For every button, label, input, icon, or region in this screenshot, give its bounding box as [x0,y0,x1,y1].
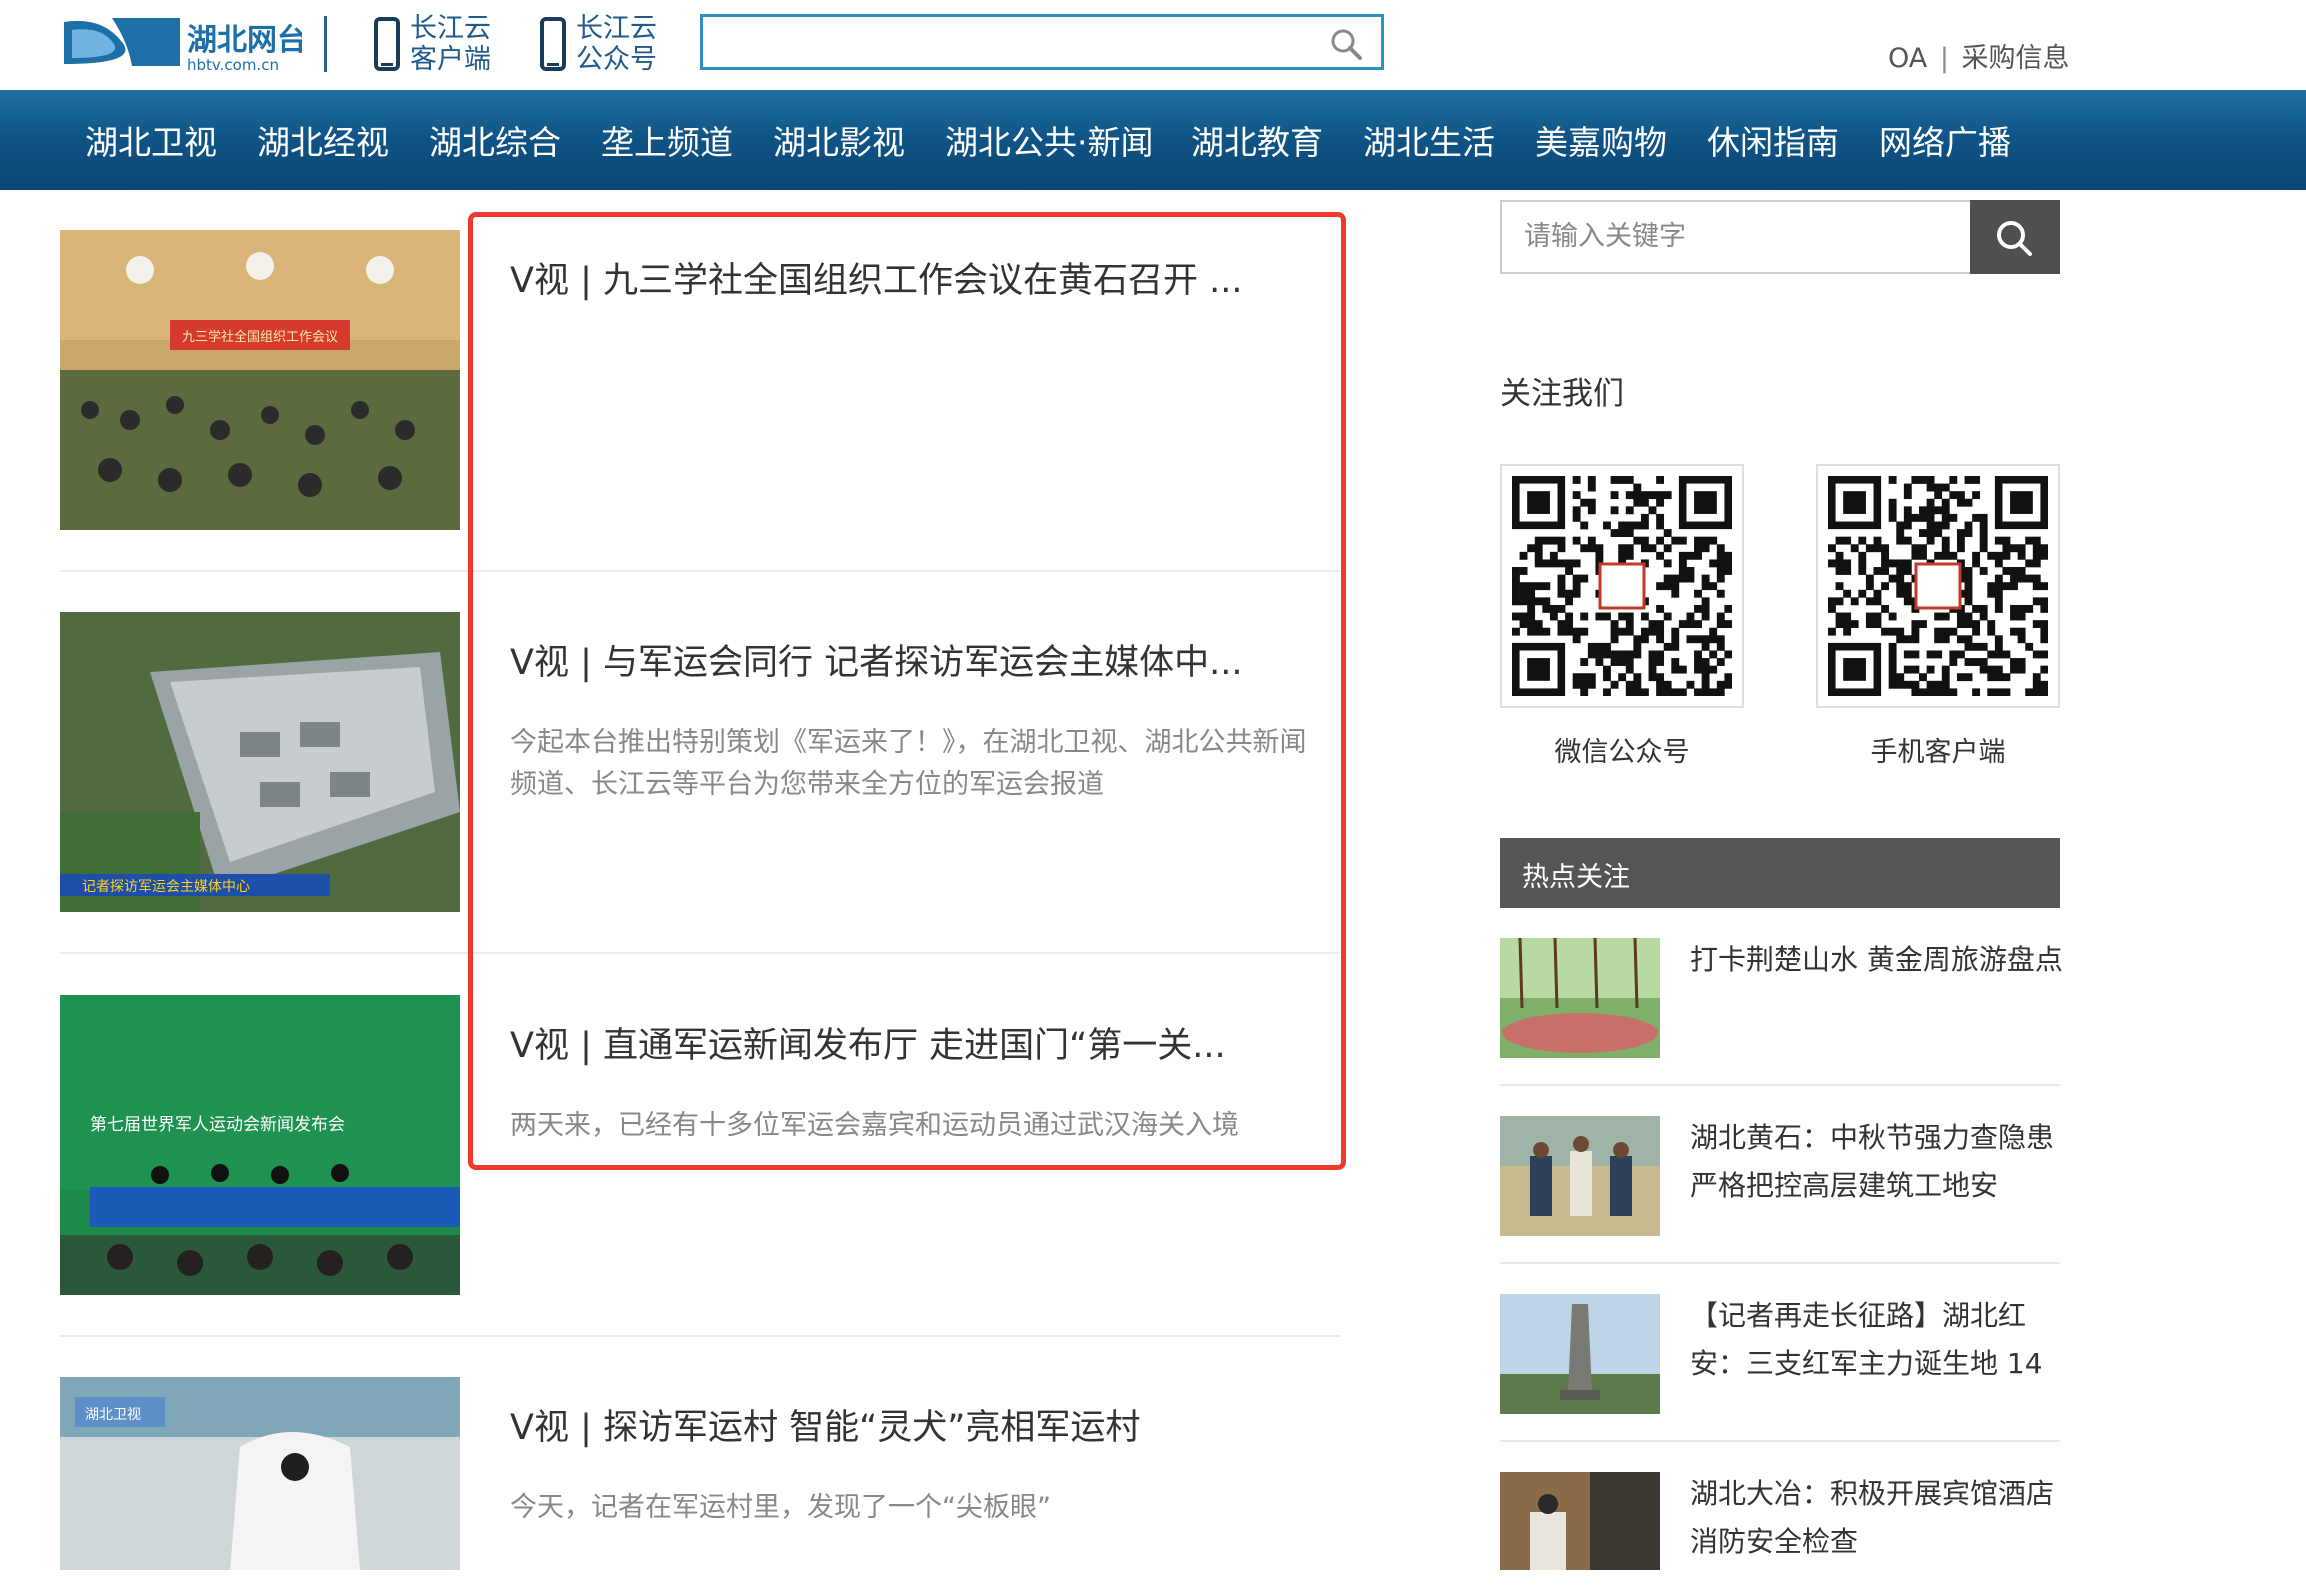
top-header: 湖北网台 hbtv.com.cn 长江云 客户端 长江云 公众号 OA | 采购… [0,0,2306,90]
article-title[interactable]: V视 | 直通军运新闻发布厅 走进国门“第一关... [510,1017,1310,1068]
nav-item-hubei-satellite[interactable]: 湖北卫视 [85,116,217,164]
nav-item-hubei-life[interactable]: 湖北生活 [1363,116,1495,164]
thumb-caption: 九三学社全国组织工作会议 [182,329,338,345]
hot-item-title[interactable]: 湖北大冶：积极开展宾馆酒店消防安全检查 [1690,1470,2070,1566]
purchase-info-link[interactable]: 采购信息 [1962,43,2070,74]
article-summary: 今天，记者在军运村里，发现了一个“尖板眼” [510,1492,1051,1523]
article-item: 记者探访军运会主媒体中心 V视 | 与军运会同行 记者探访军运会主媒体中... … [60,612,1340,912]
article-thumbnail[interactable]: 九三学社全国组织工作会议 [60,230,460,530]
nav-item-web-radio[interactable]: 网络广播 [1879,116,2011,164]
article-summary: 两天来，已经有十多位军运会嘉宾和运动员通过武汉海关入境 [510,1110,1239,1141]
logo-text: 湖北网台 [187,23,302,58]
logo-domain: hbtv.com.cn [187,56,279,72]
nav-item-hubei-jingshi[interactable]: 湖北经视 [257,116,389,164]
article-divider [60,1335,1340,1337]
thumb-caption: 湖北卫视 [85,1407,141,1423]
sidebar-search-box [1500,200,2060,274]
top-search-input[interactable] [713,17,1317,65]
nav-item-leisure-guide[interactable]: 休闲指南 [1707,116,1839,164]
hot-topics-title: 热点关注 [1522,862,1630,893]
hot-item[interactable]: 打卡荆楚山水 黄金周旅游盘点 [1500,938,2063,1058]
qr-code-icon [1828,476,2048,696]
article-divider [60,952,1340,954]
site-logo[interactable]: 湖北网台 hbtv.com.cn [62,14,307,74]
nav-item-hubei-zonghe[interactable]: 湖北综合 [429,116,561,164]
hot-item[interactable]: 湖北黄石：中秋节强力查隐患 严格把控高层建筑工地安 [1500,1116,2082,1236]
article-summary: 今起本台推出特别策划《军运来了！》，在湖北卫视、湖北公共新闻频道、长江云等平台为… [510,727,1307,800]
cjy-client-link[interactable]: 长江云 客户端 [374,13,491,75]
nav-item-hubei-public-news[interactable]: 湖北公共·新闻 [945,116,1154,164]
nav-item-meijia-shopping[interactable]: 美嘉购物 [1535,116,1667,164]
hot-item-title[interactable]: 湖北黄石：中秋节强力查隐患 严格把控高层建筑工地安 [1690,1114,2082,1210]
cjy-official-account-link[interactable]: 长江云 公众号 [540,13,657,75]
article-thumbnail[interactable]: 第七届世界军人运动会新闻发布会 [60,995,460,1295]
search-icon [1997,221,2032,256]
top-links: OA | 采购信息 [1888,36,2070,75]
article-divider [60,570,1340,572]
nav-item-hubei-film[interactable]: 湖北影视 [773,116,905,164]
thumb-caption: 第七届世界军人运动会新闻发布会 [90,1115,345,1135]
link-separator: | [1939,43,1949,74]
article-item: 九三学社全国组织工作会议 V视 | 九三学社全国组织工作会议在黄石召开 ... [60,230,1340,530]
wechat-qr-code [1500,464,1744,708]
hot-divider [1500,1262,2060,1264]
hot-item-title[interactable]: 打卡荆楚山水 黄金周旅游盘点 [1690,936,2070,984]
app-qr-label: 手机客户端 [1870,737,2006,768]
hot-item-thumbnail[interactable] [1500,1116,1660,1236]
thumb-caption: 记者探访军运会主媒体中心 [82,879,250,895]
article-thumbnail[interactable]: 湖北卫视 [60,1377,460,1570]
hot-item[interactable]: 【记者再走长征路】湖北红安：三支红军主力诞生地 14 [1500,1294,2060,1414]
wechat-qr-label: 微信公众号 [1554,737,1690,768]
hot-item-thumbnail[interactable] [1500,938,1660,1058]
logo-divider [324,16,327,72]
sidebar-search-button[interactable] [1970,200,2060,274]
hot-divider [1500,1440,2060,1442]
oa-link[interactable]: OA [1888,43,1927,74]
hot-topics-header: 热点关注 [1500,838,2060,908]
hot-item-thumbnail[interactable] [1500,1472,1660,1570]
phone-icon [374,17,400,71]
hot-item[interactable]: 湖北大冶：积极开展宾馆酒店消防安全检查 [1500,1472,2060,1592]
article-item: 湖北卫视 V视 | 探访军运村 智能“灵犬”亮相军运村 今天，记者在军运村里，发… [60,1377,1340,1570]
cjy-client-label: 长江云 客户端 [410,13,491,75]
hot-item-thumbnail[interactable] [1500,1294,1660,1414]
search-icon[interactable] [1329,27,1363,61]
channel-nav: 湖北卫视 湖北经视 湖北综合 垄上频道 湖北影视 湖北公共·新闻 湖北教育 湖北… [0,90,2306,190]
article-title[interactable]: V视 | 九三学社全国组织工作会议在黄石召开 ... [510,252,1310,303]
nav-item-longshang[interactable]: 垄上频道 [601,116,733,164]
top-search-box [700,14,1384,70]
hot-divider [1500,1084,2060,1086]
qr-code-icon [1512,476,1732,696]
article-item: 第七届世界军人运动会新闻发布会 V视 | 直通军运新闻发布厅 走进国门“第一关.… [60,995,1340,1295]
hot-item-title[interactable]: 【记者再走长征路】湖北红安：三支红军主力诞生地 14 [1690,1292,2070,1388]
phone-icon [540,17,566,71]
article-thumbnail[interactable]: 记者探访军运会主媒体中心 [60,612,460,912]
cjy-official-account-label: 长江云 公众号 [576,13,657,75]
nav-item-hubei-education[interactable]: 湖北教育 [1191,116,1323,164]
article-title[interactable]: V视 | 探访军运村 智能“灵犬”亮相军运村 [510,1399,1310,1450]
follow-us-title: 关注我们 [1500,376,1624,412]
app-qr-code [1816,464,2060,708]
sidebar-search-input[interactable] [1522,202,1966,270]
article-title[interactable]: V视 | 与军运会同行 记者探访军运会主媒体中... [510,634,1310,685]
